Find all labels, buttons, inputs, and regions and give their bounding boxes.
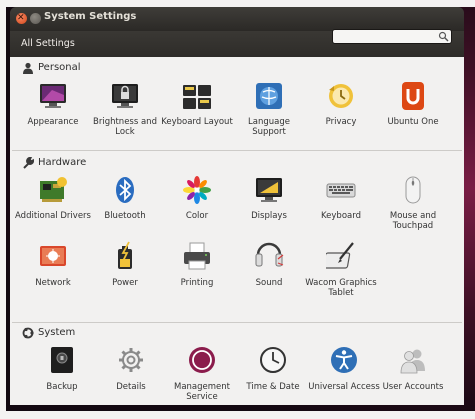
close-icon: ✕ xyxy=(17,13,25,23)
item-label: Printing xyxy=(180,278,214,288)
item-label: Privacy xyxy=(325,117,357,127)
ubuntu-one-icon xyxy=(402,82,424,110)
search-input[interactable] xyxy=(332,29,452,44)
person-icon xyxy=(23,62,33,74)
keyboard-icon xyxy=(326,183,356,198)
wrench-icon xyxy=(23,157,34,169)
item-label: Brightness and Lock xyxy=(93,117,157,137)
ubuntu-logo-icon xyxy=(22,327,34,339)
sound-icon xyxy=(255,242,284,267)
item-label: Language Support xyxy=(248,117,290,137)
backup-icon xyxy=(51,347,73,373)
wacom-tablet-icon xyxy=(326,242,354,269)
keyboard-layout-icon xyxy=(183,85,211,109)
power-icon xyxy=(118,241,132,269)
item-label: User Accounts xyxy=(382,382,444,392)
item-label: Management Service xyxy=(174,382,230,402)
displays-icon xyxy=(256,178,282,202)
settings-content: Personal Appearance Brightness and Lock xyxy=(10,57,464,405)
item-label: Details xyxy=(116,382,146,392)
photo-border-bottom xyxy=(0,411,475,419)
item-label: Wacom Graphics Tablet xyxy=(305,278,377,298)
item-label: Universal Access xyxy=(308,382,380,392)
appearance-icon xyxy=(40,84,66,108)
section-label: Hardware xyxy=(38,157,87,168)
photo-border-left xyxy=(0,0,6,419)
item-label: Color xyxy=(185,211,209,221)
mouse-touchpad-icon xyxy=(405,176,421,204)
item-label: Ubuntu One xyxy=(387,117,439,127)
details-gear-icon xyxy=(119,348,143,372)
window-title: System Settings xyxy=(44,11,137,22)
privacy-icon xyxy=(329,84,353,108)
item-label: Mouse and Touchpad xyxy=(389,211,437,231)
item-label: Sound xyxy=(255,278,283,288)
management-service-icon xyxy=(189,347,215,373)
item-label: Network xyxy=(35,278,71,288)
search-icon xyxy=(438,31,449,42)
network-icon xyxy=(40,246,66,266)
item-label: Displays xyxy=(251,211,287,221)
title-bar: ✕ System Settings xyxy=(10,7,464,31)
section-label: System xyxy=(38,327,76,338)
user-accounts-icon xyxy=(400,349,425,374)
time-date-icon xyxy=(260,347,286,373)
printing-icon xyxy=(184,242,210,270)
additional-drivers-icon xyxy=(40,177,67,202)
item-label: Keyboard xyxy=(321,211,361,221)
item-label: Additional Drivers xyxy=(15,211,91,221)
item-label: Power xyxy=(112,278,138,288)
minimize-window-button[interactable] xyxy=(30,13,41,24)
universal-access-icon xyxy=(331,347,357,373)
bluetooth-icon xyxy=(116,177,134,203)
item-label: Bluetooth xyxy=(104,211,146,221)
photo-border-top xyxy=(0,0,475,7)
section-divider xyxy=(12,150,462,151)
item-label: Backup xyxy=(46,382,78,392)
system-settings-window: ✕ System Settings All Settings Personal xyxy=(10,7,464,405)
section-label: Personal xyxy=(38,62,81,73)
brightness-lock-icon xyxy=(112,84,138,108)
color-icon xyxy=(183,176,211,204)
item-label: Time & Date xyxy=(246,382,300,392)
item-label: Appearance xyxy=(27,117,79,127)
item-label: Keyboard Layout xyxy=(161,117,233,127)
all-settings-button[interactable]: All Settings xyxy=(21,38,75,49)
section-divider xyxy=(12,322,462,323)
language-support-icon xyxy=(256,83,282,109)
close-window-button[interactable]: ✕ xyxy=(16,13,27,24)
